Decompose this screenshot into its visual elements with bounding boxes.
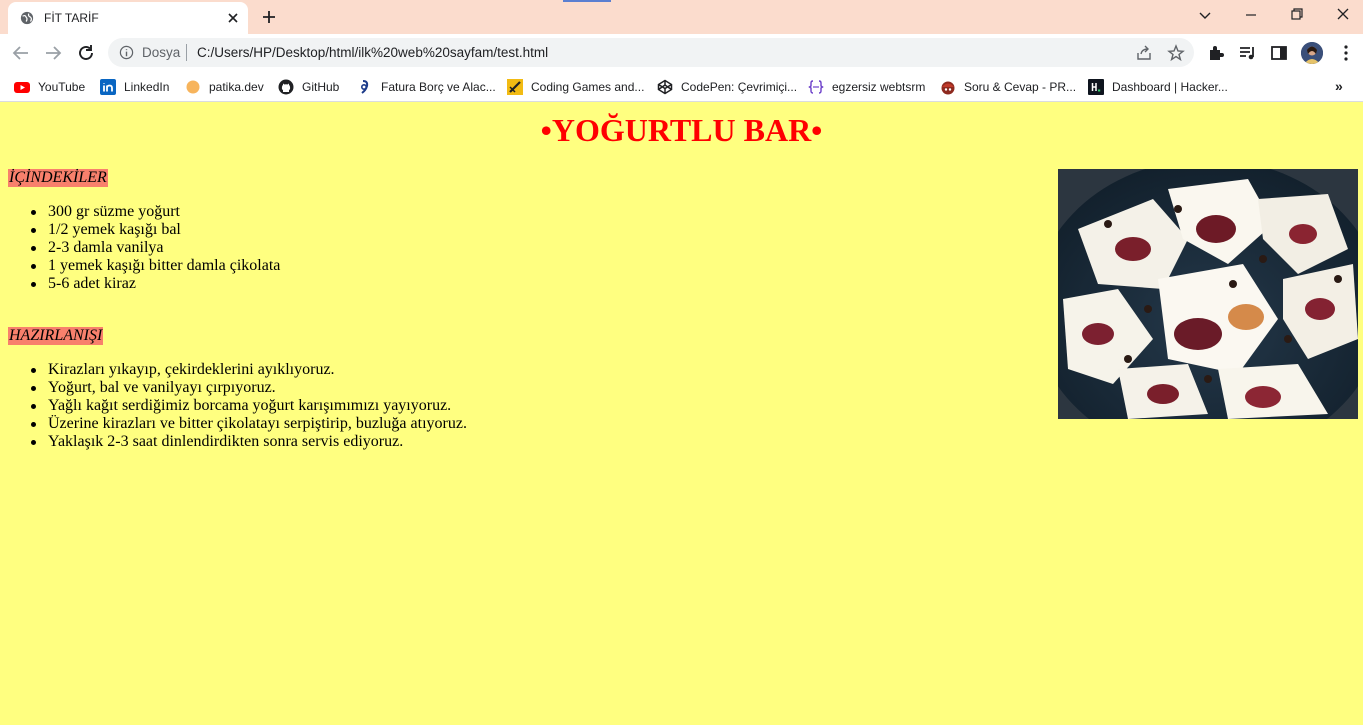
list-item: 1 yemek kaşığı bitter damla çikolata	[30, 257, 281, 274]
close-window-icon[interactable]	[1331, 5, 1355, 25]
url-text[interactable]: C:/Users/HP/Desktop/html/ilk%20web%20say…	[197, 45, 548, 60]
codepen-icon	[657, 79, 673, 95]
codingame-icon	[507, 79, 523, 95]
list-item: Yoğurt, bal ve vanilyayı çırpıyoruz.	[31, 379, 467, 397]
share-icon[interactable]	[1135, 44, 1153, 62]
bookmark-fatura[interactable]: Fatura Borç ve Alac...	[357, 77, 496, 97]
bookmark-label: egzersiz webtsrm	[832, 80, 926, 94]
media-queue-icon[interactable]	[1238, 43, 1258, 63]
bookmark-label: CodePen: Çevrimiçi...	[681, 80, 798, 94]
tab-title: FİT TARİF	[44, 11, 99, 25]
page-content: •YOĞURTLU BAR• İÇİNDEKİLER 300 gr süzme …	[0, 103, 1363, 725]
restore-icon[interactable]	[1285, 5, 1309, 25]
forward-icon[interactable]	[42, 42, 64, 64]
bookmark-label: Dashboard | Hacker...	[1112, 80, 1228, 94]
list-item: 300 gr süzme yoğurt	[30, 203, 280, 221]
youtube-icon	[14, 82, 30, 93]
profile-avatar[interactable]	[1301, 42, 1323, 64]
bookmark-label: Coding Games and...	[531, 80, 645, 94]
page-title: •YOĞURTLU BAR•	[540, 112, 823, 148]
reload-icon[interactable]	[75, 42, 97, 64]
patika-icon	[186, 80, 200, 94]
bookmark-codingame[interactable]: Coding Games and...	[507, 77, 644, 97]
globe-icon	[20, 11, 34, 25]
extensions-icon[interactable]	[1206, 43, 1226, 63]
new-tab-icon[interactable]	[260, 8, 278, 26]
close-tab-icon[interactable]	[225, 10, 241, 26]
bookmark-codepen[interactable]: CodePen: Çevrimiçi...	[657, 77, 797, 97]
bookmark-star-icon[interactable]	[1167, 44, 1185, 62]
side-panel-icon[interactable]	[1269, 43, 1289, 63]
bookmark-label: Soru & Cevap - PR...	[964, 80, 1077, 94]
back-icon[interactable]	[10, 42, 32, 64]
preparation-heading: HAZIRLANIŞI	[8, 327, 104, 345]
linkedin-icon	[100, 79, 116, 95]
site-info-icon[interactable]	[119, 45, 134, 60]
bookmark-youtube[interactable]: YouTube	[14, 77, 85, 97]
bookmark-linkedin[interactable]: LinkedIn	[100, 77, 169, 97]
hackerrank-icon	[1088, 79, 1104, 95]
fatura-icon	[361, 80, 369, 94]
browser-toolbar: Dosya C:/Users/HP/Desktop/html/ilk%20web…	[0, 34, 1363, 72]
ingredients-heading: İÇİNDEKİLER	[8, 169, 108, 187]
bookmark-hackerrank[interactable]: Dashboard | Hacker...	[1088, 77, 1228, 97]
menu-icon[interactable]	[1336, 43, 1356, 63]
ingredients-list: 300 gr süzme yoğurt 1/2 yemek kaşığı bal…	[30, 203, 281, 293]
github-icon	[278, 79, 294, 95]
list-item: Yaklaşık 2-3 saat dinlendirdikten sonra …	[31, 433, 467, 451]
list-item: Üzerine kirazları ve bitter çikolatayı s…	[31, 415, 467, 432]
bookmarks-bar: YouTube LinkedIn patika.dev GitHub Fatur…	[0, 72, 1363, 102]
code-braces-icon	[808, 80, 824, 94]
more-bookmarks-icon[interactable]: »	[1335, 78, 1343, 94]
tab-drag-indicator	[563, 0, 611, 2]
bookmark-github[interactable]: GitHub	[278, 77, 339, 97]
tab-search-icon[interactable]	[1193, 5, 1217, 25]
preparation-steps-list: Kirazları yıkayıp, çekirdeklerini ayıklı…	[31, 361, 467, 451]
list-item: 2-3 damla vanilya	[30, 239, 280, 257]
bookmark-label: Fatura Borç ve Alac...	[381, 80, 496, 94]
avatar-image	[1301, 42, 1323, 64]
list-item: 5-6 adet kiraz	[30, 275, 280, 293]
yogurt-bar-photo	[1058, 169, 1358, 419]
minimize-icon[interactable]	[1239, 5, 1263, 25]
soru-cevap-icon	[941, 81, 955, 95]
bookmark-patika[interactable]: patika.dev	[185, 77, 264, 97]
tab-strip: FİT TARİF	[0, 0, 1363, 34]
browser-tab[interactable]: FİT TARİF	[8, 2, 248, 34]
url-scheme-label: Dosya	[142, 45, 181, 60]
bookmark-soru-cevap[interactable]: Soru & Cevap - PR...	[940, 77, 1076, 97]
address-separator	[186, 44, 187, 61]
bookmark-label: YouTube	[38, 80, 86, 94]
address-bar[interactable]: Dosya C:/Users/HP/Desktop/html/ilk%20web…	[108, 38, 1194, 67]
bookmark-label: patika.dev	[209, 80, 264, 94]
bookmark-label: GitHub	[302, 80, 340, 94]
list-item: 1/2 yemek kaşığı bal	[30, 221, 280, 239]
list-item: Yağlı kağıt serdiğimiz borcama yoğurt ka…	[31, 397, 467, 415]
bookmark-egzersiz[interactable]: egzersiz webtsrm	[808, 77, 925, 97]
yogurt-bar-image	[1058, 169, 1358, 419]
list-item: Kirazları yıkayıp, çekirdeklerini ayıklı…	[31, 361, 467, 379]
bookmark-label: LinkedIn	[124, 80, 170, 94]
